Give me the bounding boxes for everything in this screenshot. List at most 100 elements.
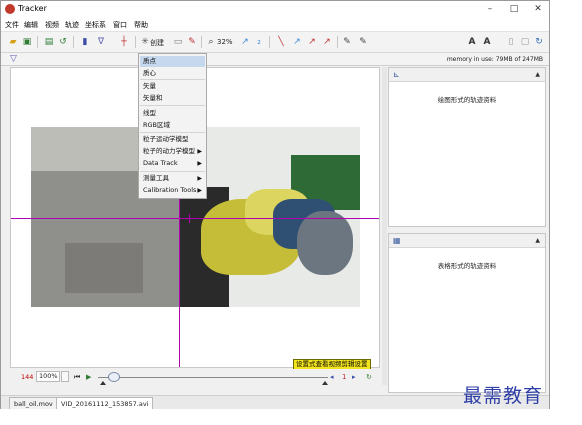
frame-slider-knob[interactable]	[108, 372, 121, 382]
pen-icon[interactable]: ✎	[357, 36, 369, 48]
menu-track[interactable]: 轨迹	[65, 20, 79, 30]
split-pane-divider[interactable]	[382, 67, 387, 385]
create-dropdown-menu: 质点 质心 矢量 矢量和 线型 RGB区域 粒子运动学模型 粒子的动力学模型 ▶ Data Tra…	[138, 53, 207, 199]
menu-bar: 文件 编辑 视频 轨迹 坐标系 窗口 帮助	[1, 17, 549, 32]
calibration-icon[interactable]: ┼	[118, 36, 130, 48]
submenu-arrow-icon: ▶	[197, 160, 202, 167]
filter-icon[interactable]: ∇	[95, 36, 107, 48]
menu-window[interactable]: 窗口	[113, 20, 127, 30]
table-icon[interactable]: ▦	[393, 236, 401, 245]
menu-separator	[140, 132, 205, 133]
dropdown-item[interactable]: 粒子的动力学模型 ▶	[140, 146, 205, 157]
frame-number[interactable]: 144	[21, 373, 33, 381]
submenu-arrow-icon: ▶	[197, 187, 202, 194]
table-placeholder-text: 表格形式的轨迹资料	[437, 262, 497, 270]
watermark: 最需教育	[463, 385, 544, 407]
plot-panel-header: ⊾ ▲	[389, 68, 545, 82]
open-video-icon[interactable]: ▤	[43, 36, 55, 48]
dropdown-item[interactable]: 质点	[140, 56, 205, 67]
tab-vid[interactable]: VID_20161112_153857.avi	[56, 397, 154, 409]
dropdown-item[interactable]: 线型	[140, 108, 205, 119]
acceleration-icon[interactable]: ↗	[306, 36, 318, 48]
player-bar: 144 100% ⏮ ▶ ◂ 1 ▸ ↻	[10, 369, 380, 385]
toolbar-separator	[201, 36, 202, 48]
trail-icon[interactable]: ✎	[186, 36, 198, 48]
clip-settings-icon[interactable]: ▮	[79, 36, 91, 48]
create-menu-button[interactable]: 创建	[150, 38, 164, 48]
font-size-up-icon[interactable]: A	[466, 36, 478, 48]
dropdown-item[interactable]: 质心	[140, 68, 205, 79]
magnifier-icon[interactable]: ⌕	[205, 36, 217, 48]
menu-separator	[140, 171, 205, 172]
label-icon[interactable]: ₂	[253, 36, 265, 48]
vector-icon[interactable]: ↗	[321, 36, 333, 48]
minimize-button[interactable]: –	[477, 2, 503, 16]
menu-separator	[140, 79, 205, 80]
memory-status: memory in use: 79MB of 247MB	[446, 56, 543, 63]
collapse-icon[interactable]: ▲	[535, 71, 540, 78]
fullscreen-icon[interactable]: ▢	[519, 36, 531, 48]
zoom-field[interactable]: 100%	[36, 371, 60, 382]
dropdown-item[interactable]: 粒子运动学模型	[140, 134, 205, 145]
dropdown-item-label: Calibration Tools	[143, 186, 197, 194]
coordinate-axis-x[interactable]	[11, 218, 379, 219]
window-title: Tracker	[18, 4, 47, 13]
toolbar-separator	[135, 36, 136, 48]
play-icon[interactable]: ▶	[86, 372, 91, 382]
dropdown-item-label: 测量工具	[143, 174, 169, 182]
dropdown-item-label: 质点	[143, 57, 156, 65]
save-icon[interactable]: ▣	[21, 36, 33, 48]
dropdown-item-label: 质心	[143, 69, 156, 77]
refresh-icon[interactable]: ↻	[533, 36, 545, 48]
velocity-icon[interactable]: ↗	[291, 36, 303, 48]
filter-icon[interactable]: ▽	[10, 54, 17, 64]
plot-icon[interactable]: ⊾	[393, 70, 400, 79]
reset-icon[interactable]: ⏮	[74, 372, 80, 382]
tab-ball-oil[interactable]: ball_oil.mov	[9, 397, 58, 409]
refresh-icon[interactable]: ↺	[57, 36, 69, 48]
table-panel: ▦ ▲ 表格形式的轨迹资料	[388, 233, 546, 393]
zoom-level[interactable]: 32%	[217, 38, 233, 46]
menu-video[interactable]: 视频	[45, 20, 59, 30]
step-forward-icon[interactable]: ▸	[352, 372, 356, 382]
zoom-spinner[interactable]	[61, 371, 69, 382]
menu-file[interactable]: 文件	[5, 20, 19, 30]
open-icon[interactable]: ▰	[7, 36, 19, 48]
menu-coords[interactable]: 坐标系	[85, 20, 106, 30]
dropdown-item-label: 粒子运动学模型	[143, 135, 189, 143]
frame-slider-track[interactable]	[98, 377, 328, 378]
dropdown-item[interactable]: 矢量和	[140, 93, 205, 104]
dropdown-item[interactable]: 矢量	[140, 81, 205, 92]
end-marker-icon[interactable]	[322, 381, 328, 385]
toolbar-separator	[269, 36, 270, 48]
dropdown-item[interactable]: Data Track ▶	[140, 158, 205, 169]
dropdown-item[interactable]: 测量工具 ▶	[140, 173, 205, 184]
pen-icon[interactable]: ✎	[341, 36, 353, 48]
maximize-button[interactable]: □	[501, 2, 527, 16]
menu-edit[interactable]: 编辑	[24, 20, 38, 30]
menu-separator	[140, 105, 205, 106]
dropdown-item-label: RGB区域	[143, 121, 171, 129]
toolbar-separator	[73, 36, 74, 48]
toolbar-separator	[37, 36, 38, 48]
dropdown-item[interactable]: Calibration Tools ▶	[140, 185, 205, 196]
collapse-icon[interactable]: ▲	[535, 237, 540, 244]
path-icon[interactable]: ╲	[275, 36, 287, 48]
dropdown-item-label: Data Track	[143, 159, 178, 167]
loop-icon[interactable]: ↻	[366, 372, 372, 382]
menu-help[interactable]: 帮助	[134, 20, 148, 30]
dropdown-item-label: 粒子的动力学模型	[143, 147, 195, 155]
title-bar: Tracker – □ ✕	[1, 1, 549, 17]
axis-tick	[189, 214, 190, 223]
page-icon[interactable]: ▯	[505, 36, 517, 48]
trail-icon[interactable]: ↗	[239, 36, 251, 48]
step-size-icon[interactable]: 1	[342, 372, 346, 382]
start-marker-icon[interactable]	[100, 381, 106, 385]
clock-icon[interactable]: ▭	[172, 36, 184, 48]
close-button[interactable]: ✕	[525, 2, 551, 16]
plot-panel: ⊾ ▲ 绘图形式的轨迹资料	[388, 67, 546, 227]
font-size-down-icon[interactable]: A	[481, 36, 493, 48]
dropdown-item[interactable]: RGB区域	[140, 120, 205, 131]
step-back-icon[interactable]: ◂	[330, 372, 334, 382]
info-bar: ▽ memory in use: 79MB of 247MB	[1, 53, 549, 66]
